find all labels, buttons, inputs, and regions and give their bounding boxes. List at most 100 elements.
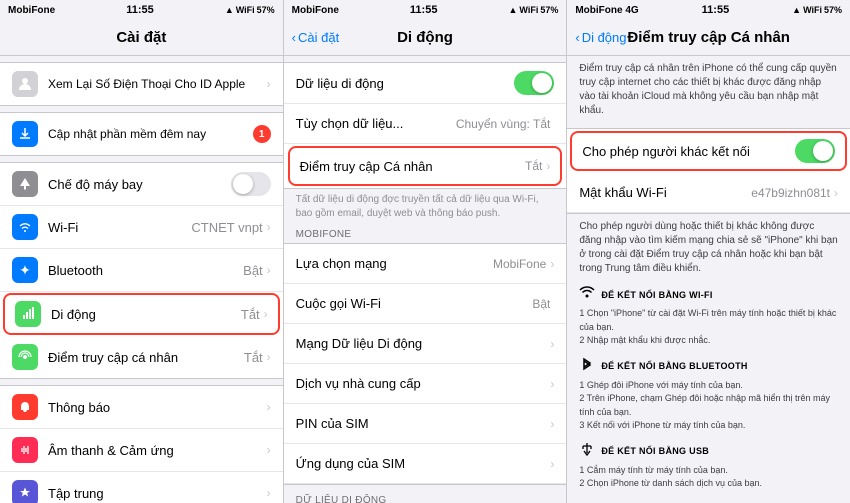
- chevron-right-icon: ›: [546, 159, 550, 173]
- mobile-data-panel: MobiFone 11:55 ▲ WiFi 57% ‹Cài đặtDi độn…: [284, 0, 568, 503]
- user-icon: [12, 71, 38, 97]
- row-value: CTNET vnpt: [191, 220, 262, 235]
- row-di-động[interactable]: Di độngTắt›: [3, 293, 280, 335]
- wifi-icon: WiFi: [519, 5, 538, 15]
- row-wi-fi[interactable]: Wi-FiCTNET vnpt ›: [0, 206, 283, 249]
- connectivity-section: Chế độ máy bay Wi-FiCTNET vnpt › ✦Bluetooth…: [0, 162, 283, 379]
- status-bar: MobiFone 4G 11:55 ▲ WiFi 57%: [567, 0, 850, 20]
- Thông báo-icon: [12, 394, 38, 420]
- chevron-right-icon: ›: [267, 220, 271, 234]
- row-label: Mật khẩu Wi-Fi: [579, 185, 751, 200]
- row-label: Ứng dụng của SIM: [296, 456, 551, 471]
- apple-id-label: Xem Lại Số Điện Thoại Cho ID Apple: [48, 77, 267, 91]
- time-label: 11:55: [126, 4, 154, 16]
- back-button[interactable]: ‹Di động: [575, 30, 626, 45]
- mobi-row[interactable]: Ứng dụng của SIM›: [284, 444, 567, 484]
- personal-hotspot-panel: MobiFone 4G 11:55 ▲ WiFi 57% ‹Di độngĐiể…: [567, 0, 850, 503]
- chevron-right-icon: ›: [264, 307, 268, 321]
- connect-section-wifi: ĐỂ KẾT NỐI BẰNG WI-FI1 Chọn "iPhone" từ …: [567, 280, 850, 352]
- connect-title-label: ĐỂ KẾT NỐI BẰNG USB: [601, 446, 709, 456]
- hotspot-row[interactable]: Mật khẩu Wi-Fie47b9izhn081t›: [567, 173, 850, 213]
- signal-icon: ▲: [792, 5, 801, 15]
- row-label: Mạng Dữ liệu Di động: [296, 336, 551, 351]
- signal-icon: ▲: [225, 5, 234, 15]
- mobi-row[interactable]: Lựa chọn mạngMobiFone ›: [284, 244, 567, 284]
- nav-bar: ‹Di độngĐiểm truy cập Cá nhân: [567, 20, 850, 56]
- chevron-right-icon: ›: [267, 443, 271, 457]
- row-label: Chế độ máy bay: [48, 177, 231, 192]
- mobile-content: Dữ liệu di động Tùy chọn dữ liệu...Chuyển…: [284, 56, 567, 503]
- connect-section-title: ĐỂ KẾT NỐI BẰNG WI-FI: [579, 284, 838, 305]
- nav-bar: Cài đặt: [0, 20, 283, 56]
- row-label: Âm thanh & Cảm ứng: [48, 443, 267, 458]
- status-bar: MobiFone 11:55 ▲ WiFi 57%: [0, 0, 283, 20]
- mobile-row-Dữ liệu di động[interactable]: Dữ liệu di động: [284, 63, 567, 104]
- Bluetooth-icon: ✦: [12, 257, 38, 283]
- row-value: MobiFone: [493, 257, 546, 271]
- wifi-icon: [579, 284, 595, 305]
- row-Tập trung[interactable]: Tập trung›: [0, 472, 283, 503]
- toggle-switch[interactable]: [795, 139, 835, 163]
- row-điểm-truy-cập-cá-nhân[interactable]: Điểm truy cập cá nhânTắt›: [0, 336, 283, 378]
- row-value: Tắt: [244, 350, 263, 365]
- nav-title: Di động: [397, 29, 453, 46]
- back-label: Cài đặt: [298, 30, 339, 45]
- connect-title-label: ĐỂ KẾT NỐI BẰNG WI-FI: [601, 290, 712, 300]
- chevron-right-icon: ›: [550, 417, 554, 431]
- apple-id-row[interactable]: Xem Lại Số Điện Thoại Cho ID Apple›: [0, 63, 283, 105]
- row-label: Cuộc gọi Wi-Fi: [296, 296, 533, 311]
- row-label: Cho phép người khác kết nối: [582, 144, 795, 159]
- update-icon: [12, 121, 38, 147]
- toggle-switch[interactable]: [231, 172, 271, 196]
- battery-icon: 57%: [824, 5, 842, 15]
- Chế độ máy bay-icon: [12, 171, 38, 197]
- notifications-section: Thông báo›Âm thanh & Cảm ứng›Tập trung›T…: [0, 385, 283, 503]
- back-button[interactable]: ‹Cài đặt: [292, 30, 340, 45]
- mobile-row-Tùy chọn dữ liệu...[interactable]: Tùy chọn dữ liệu...Chuyển vùng: Tắt: [284, 104, 567, 144]
- row-value: Bật: [243, 263, 263, 278]
- mobifone-section-label: MOBIFONE: [284, 227, 567, 243]
- hotspot-content: Điểm truy cập cá nhân trên iPhone có thể…: [567, 56, 850, 503]
- row-value: Tắt: [241, 307, 260, 322]
- data-section-label: DỮ LIỆU DI ĐỘNG: [284, 493, 567, 503]
- row-label: Tùy chọn dữ liệu...: [296, 116, 456, 131]
- hotspot-row[interactable]: Cho phép người khác kết nối: [570, 131, 847, 171]
- row-Thông báo[interactable]: Thông báo›: [0, 386, 283, 429]
- mobi-row[interactable]: Mạng Dữ liệu Di động›: [284, 324, 567, 364]
- row-value: Tắt: [525, 159, 542, 173]
- connect-step: 3 Kết nối với iPhone từ máy tính của bạn…: [579, 419, 838, 433]
- row-label: PIN của SIM: [296, 416, 551, 431]
- software-update-row[interactable]: Cập nhật phần mềm đêm nay1: [0, 113, 283, 155]
- mobi-row[interactable]: Cuộc gọi Wi-FiBật: [284, 284, 567, 324]
- chevron-right-icon: ›: [550, 257, 554, 271]
- connect-section-title: ĐỂ KẾT NỐI BẰNG BLUETOOTH: [579, 356, 838, 377]
- mobi-row[interactable]: PIN của SIM›: [284, 404, 567, 444]
- row-label: Điểm truy cập Cá nhân: [300, 159, 525, 174]
- chevron-right-icon: ›: [550, 337, 554, 351]
- hotspot-desc-text: Cho phép người dùng hoặc thiết bị khác k…: [567, 216, 850, 280]
- mobi-row[interactable]: Dịch vụ nhà cung cấp›: [284, 364, 567, 404]
- row-label: Dữ liệu di động: [296, 76, 515, 91]
- usb-icon: [579, 441, 595, 462]
- hotspot-info-text: Điểm truy cập cá nhân trên iPhone có thể…: [567, 56, 850, 124]
- mobile-row-Điểm truy cập Cá nhân[interactable]: Điểm truy cập Cá nhânTắt ›: [288, 146, 563, 186]
- nav-title: Cài đặt: [116, 29, 166, 46]
- back-label: Di động: [582, 30, 627, 45]
- wifi-icon: WiFi: [803, 5, 822, 15]
- connect-step: 1 Cắm máy tính từ máy tính của bạn.: [579, 464, 838, 478]
- carrier-label: MobiFone 4G: [575, 5, 638, 16]
- row-label: Wi-Fi: [48, 220, 191, 235]
- carrier-label: MobiFone: [292, 5, 339, 16]
- chevron-right-icon: ›: [267, 77, 271, 91]
- row-bluetooth[interactable]: ✦BluetoothBật›: [0, 249, 283, 292]
- wifi-icon: WiFi: [236, 5, 255, 15]
- row-Âm thanh & Cảm ứng[interactable]: Âm thanh & Cảm ứng›: [0, 429, 283, 472]
- row-chế-độ-máy-bay[interactable]: Chế độ máy bay: [0, 163, 283, 206]
- row-label: Lựa chọn mạng: [296, 256, 493, 271]
- update-label: Cập nhật phần mềm đêm nay: [48, 127, 253, 141]
- time-label: 11:55: [702, 4, 730, 16]
- time-label: 11:55: [410, 4, 438, 16]
- status-icons: ▲ WiFi 57%: [225, 5, 275, 15]
- toggle-switch[interactable]: [514, 71, 554, 95]
- connect-section-usb: ĐỂ KẾT NỐI BẰNG USB 1 Cắm máy tính từ máy…: [567, 437, 850, 495]
